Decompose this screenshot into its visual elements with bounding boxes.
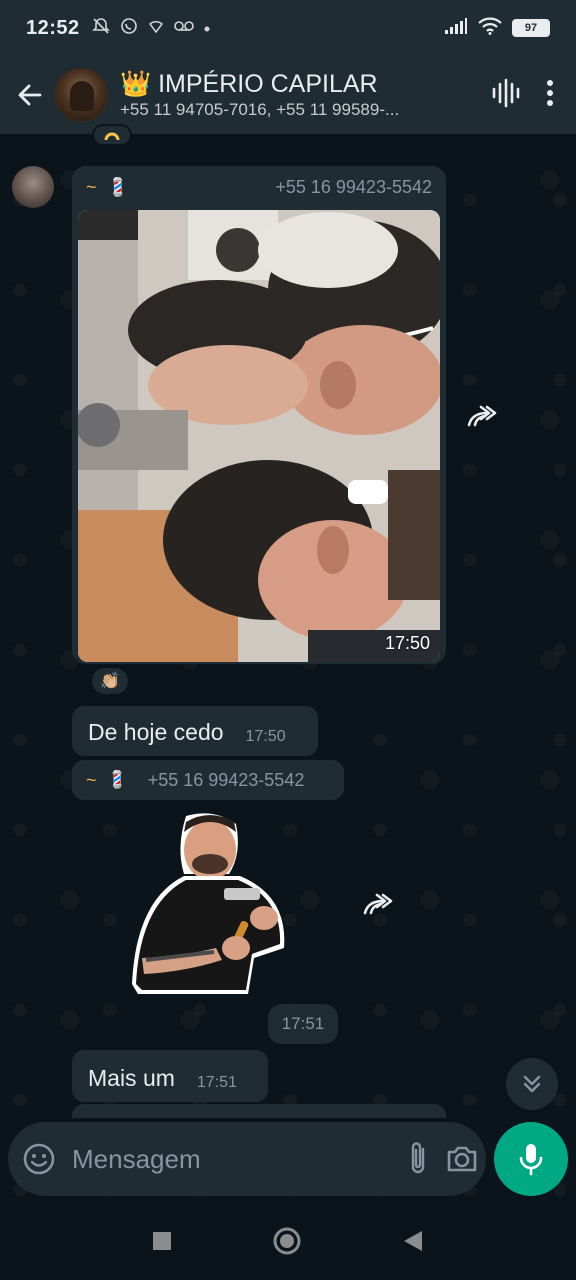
message-time: 17:50 <box>384 633 430 653</box>
whatsapp-notification-icon <box>120 17 138 40</box>
text-message-bubble[interactable]: De hoje cedo 17:50 <box>72 706 318 756</box>
text-message-bubble[interactable]: Mais um 17:51 <box>72 1050 268 1102</box>
barber-pole-emoji: 💈 <box>106 770 128 789</box>
haircut-photo[interactable]: 17:50 <box>78 210 440 662</box>
sender-avatar[interactable] <box>12 166 54 208</box>
sticker-sender-pill[interactable]: ~ 💈 +55 16 99423-5542 <box>72 760 344 800</box>
image-message-bubble[interactable]: ~ 💈 +55 16 99423-5542 17:50 <box>72 166 446 664</box>
forward-button[interactable] <box>358 882 402 926</box>
home-button[interactable] <box>272 1226 302 1261</box>
mic-icon <box>519 1144 543 1176</box>
group-info[interactable]: 👑 IMPÉRIO CAPILAR +55 11 94705-7016, +55… <box>120 69 490 121</box>
circle-icon <box>273 1227 301 1254</box>
status-bar: 12:52 97 <box>0 0 576 56</box>
chat-header[interactable]: 👑 IMPÉRIO CAPILAR +55 11 94705-7016, +55… <box>0 56 576 134</box>
haircut-collage <box>78 210 440 662</box>
emoji-icon <box>23 1143 55 1175</box>
sender-tilde: ~ <box>86 176 97 197</box>
message-time: 17:50 <box>245 728 286 745</box>
back-nav-button[interactable] <box>402 1229 424 1258</box>
group-name: 👑 IMPÉRIO CAPILAR <box>120 69 490 99</box>
sticker-time: 17:51 <box>268 1004 338 1044</box>
sticker-image <box>132 813 285 994</box>
forward-icon <box>363 893 393 915</box>
group-name-text: IMPÉRIO CAPILAR <box>158 70 378 98</box>
message-composer <box>8 1122 486 1196</box>
crown-emoji: 👑 <box>120 70 152 98</box>
forward-button[interactable] <box>462 394 506 438</box>
system-icons: 97 <box>444 17 550 40</box>
voicemail-icon <box>173 19 194 37</box>
header-actions <box>490 77 554 114</box>
sender-phone[interactable]: +55 16 99423-5542 <box>148 770 305 791</box>
barber-pole-emoji: 💈 <box>106 176 129 197</box>
reaction-badge-partial[interactable] <box>92 124 132 146</box>
message-time: 17:51 <box>196 1074 237 1091</box>
voice-call-icon[interactable] <box>490 77 522 114</box>
scroll-down-button[interactable] <box>506 1058 558 1110</box>
attach-icon <box>411 1142 425 1174</box>
battery-icon: 97 <box>512 19 550 37</box>
message-text: De hoje cedo <box>88 719 224 745</box>
recents-button[interactable] <box>152 1231 172 1256</box>
sticker[interactable] <box>124 808 290 998</box>
more-options-icon[interactable] <box>546 79 554 112</box>
dot-icon <box>204 19 210 37</box>
signal-icon <box>444 17 468 40</box>
system-nav-bar <box>0 1206 576 1280</box>
emoji-button[interactable] <box>22 1139 56 1179</box>
message-text: Mais um <box>88 1065 175 1091</box>
group-avatar[interactable] <box>54 68 108 122</box>
forward-icon <box>467 405 497 427</box>
message-input[interactable] <box>72 1139 407 1179</box>
triangle-icon <box>404 1230 422 1251</box>
back-button[interactable] <box>6 71 54 119</box>
square-icon <box>153 1231 171 1250</box>
scroll-down-icon <box>523 1075 541 1093</box>
sender-phone[interactable]: +55 16 99423-5542 <box>275 177 432 198</box>
sender-row: ~ 💈 +55 16 99423-5542 <box>78 172 440 202</box>
mute-icon <box>91 17 110 40</box>
group-members: +55 11 94705-7016, +55 11 99589-... <box>120 100 400 119</box>
rainbow-icon <box>104 132 120 140</box>
status-time: 12:52 <box>26 16 80 39</box>
mic-button[interactable] <box>494 1122 568 1196</box>
notification-icons <box>91 17 210 40</box>
wifi-icon <box>478 17 502 40</box>
back-arrow-icon <box>18 84 42 106</box>
attach-button[interactable] <box>407 1137 429 1181</box>
next-message-bubble-partial[interactable] <box>72 1104 446 1118</box>
camera-icon <box>447 1146 477 1172</box>
camera-button[interactable] <box>445 1137 479 1181</box>
sender-tilde: ~ <box>86 769 97 790</box>
wifi-question-icon <box>148 18 164 39</box>
reaction-badge[interactable]: 👏🏼 <box>90 666 130 696</box>
